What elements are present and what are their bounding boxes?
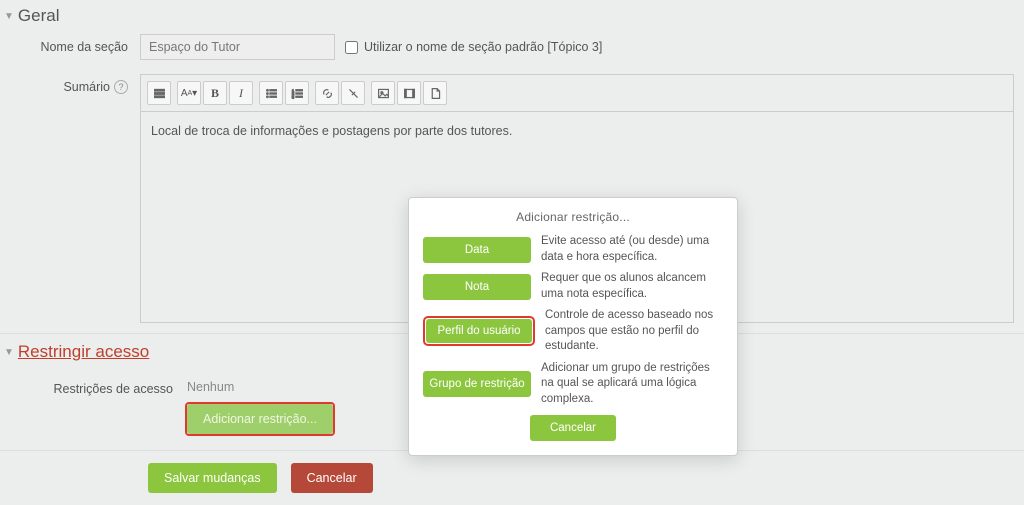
add-restriction-modal: Adicionar restrição... Data Evite acesso…	[408, 197, 738, 456]
save-button[interactable]: Salvar mudanças	[148, 463, 277, 493]
option-grade-button[interactable]: Nota	[423, 274, 531, 300]
media-icon[interactable]	[397, 81, 421, 105]
numbered-list-icon[interactable]: 123	[285, 81, 309, 105]
modal-option-group: Grupo de restrição Adicionar um grupo de…	[423, 361, 723, 408]
add-restriction-highlight: Adicionar restrição...	[185, 402, 335, 436]
section-name-input[interactable]	[140, 34, 335, 60]
collapse-icon: ▼	[4, 11, 14, 22]
section-name-label: Nome da seção	[10, 34, 140, 54]
modal-cancel-button[interactable]: Cancelar	[530, 415, 616, 441]
use-default-name[interactable]: Utilizar o nome de seção padrão [Tópico …	[345, 40, 602, 54]
general-title: Geral	[18, 6, 60, 26]
modal-option-date: Data Evite acesso até (ou desde) uma dat…	[423, 234, 723, 265]
use-default-checkbox[interactable]	[345, 41, 358, 54]
modal-title: Adicionar restrição...	[423, 208, 723, 234]
modal-option-grade: Nota Requer que os alunos alcancem uma n…	[423, 271, 723, 302]
option-userprofile-desc: Controle de acesso baseado nos campos qu…	[545, 308, 723, 355]
modal-option-userprofile: Perfil do usuário Controle de acesso bas…	[423, 308, 723, 355]
option-date-button[interactable]: Data	[423, 237, 531, 263]
font-size-icon[interactable]: AA▾	[177, 81, 201, 105]
collapse-icon: ▼	[4, 347, 14, 358]
svg-text:3: 3	[291, 94, 294, 99]
help-icon[interactable]: ?	[114, 80, 128, 94]
use-default-label: Utilizar o nome de seção padrão [Tópico …	[364, 40, 602, 54]
cancel-button[interactable]: Cancelar	[291, 463, 373, 493]
option-group-desc: Adicionar um grupo de restrições na qual…	[541, 361, 723, 408]
option-group-button[interactable]: Grupo de restrição	[423, 371, 531, 397]
link-icon[interactable]	[315, 81, 339, 105]
option-userprofile-highlight: Perfil do usuário	[423, 316, 535, 346]
unlink-icon[interactable]	[341, 81, 365, 105]
editor-toolbar: AA▾ B I 123	[141, 75, 1013, 112]
bold-icon[interactable]: B	[203, 81, 227, 105]
option-grade-desc: Requer que os alunos alcancem uma nota e…	[541, 271, 723, 302]
restrictions-label: Restrições de acesso	[10, 376, 185, 396]
summary-label: Sumário	[63, 80, 110, 94]
row-section-name: Nome da seção Utilizar o nome de seção p…	[10, 34, 1014, 60]
italic-icon[interactable]: I	[229, 81, 253, 105]
option-userprofile-button[interactable]: Perfil do usuário	[426, 319, 532, 343]
file-icon[interactable]	[423, 81, 447, 105]
option-date-desc: Evite acesso até (ou desde) uma data e h…	[541, 234, 723, 265]
footer-buttons: Salvar mudanças Cancelar	[0, 450, 1024, 493]
bulleted-list-icon[interactable]	[259, 81, 283, 105]
add-restriction-button[interactable]: Adicionar restrição...	[187, 404, 333, 434]
general-section-header[interactable]: ▼ Geral	[0, 0, 1024, 30]
restrict-title: Restringir acesso	[18, 342, 149, 362]
image-icon[interactable]	[371, 81, 395, 105]
toolbar-expand-icon[interactable]	[147, 81, 171, 105]
